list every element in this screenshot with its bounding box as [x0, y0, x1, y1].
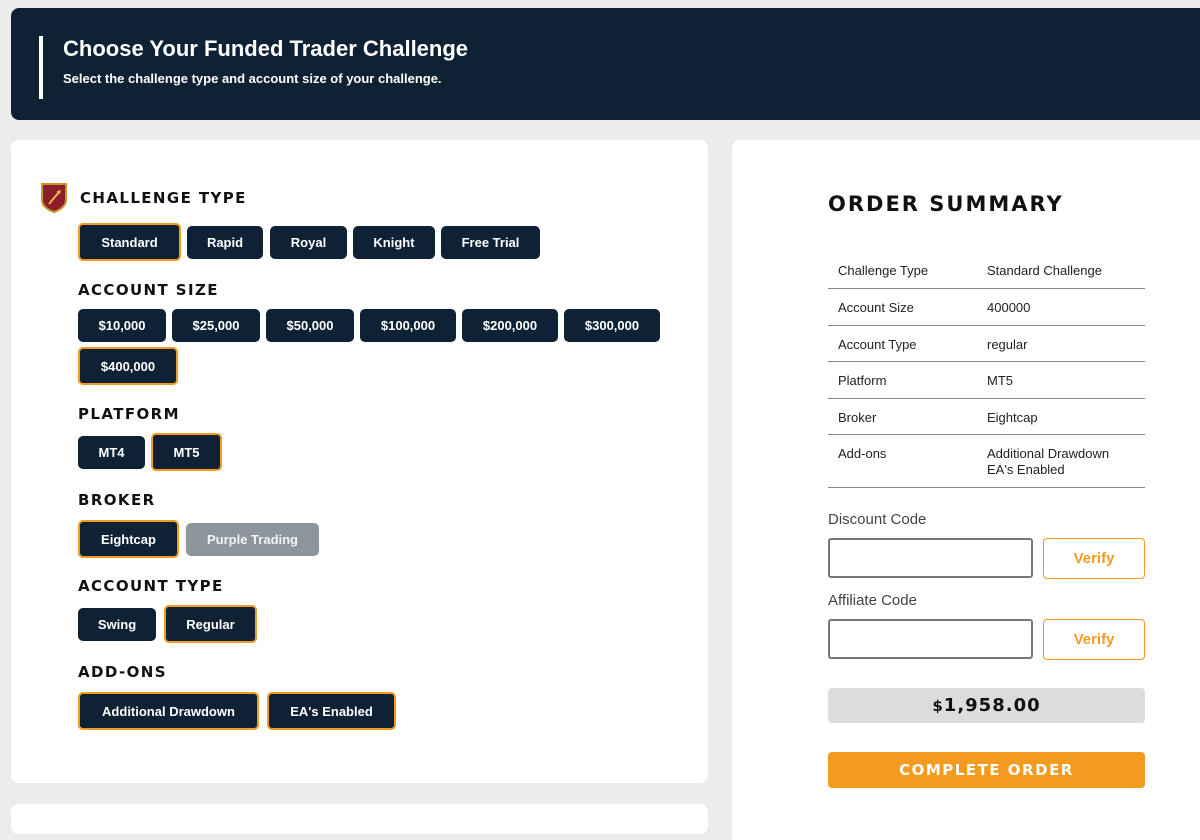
discount-code-label: Discount Code: [828, 511, 927, 528]
total-amount: 1,958.00: [943, 695, 1041, 716]
summary-value: Standard Challenge: [987, 263, 1102, 278]
summary-key: Account Size: [838, 300, 914, 315]
summary-value: MT5: [987, 373, 1013, 388]
summary-value: 400000: [987, 300, 1031, 315]
affiliate-verify-button[interactable]: Verify: [1043, 619, 1145, 660]
summary-row-broker: Broker Eightcap: [828, 399, 1145, 435]
summary-value-2: EA's Enabled: [987, 462, 1065, 477]
page-title: Choose Your Funded Trader Challenge: [63, 36, 469, 61]
summary-value: Additional Drawdown: [987, 446, 1110, 461]
account-type-title: ACCOUNT TYPE: [78, 577, 224, 595]
summary-row-account-size: Account Size 400000: [828, 289, 1145, 326]
account-size-300000[interactable]: $300,000: [564, 309, 660, 342]
platform-mt4[interactable]: MT4: [78, 436, 145, 469]
order-total: $1,958.00: [828, 688, 1145, 723]
affiliate-code-input[interactable]: [828, 619, 1033, 659]
challenge-type-free-trial[interactable]: Free Trial: [441, 226, 540, 259]
shield-icon: [41, 183, 67, 213]
challenge-type-rapid[interactable]: Rapid: [187, 226, 263, 259]
header-accent-bar: [39, 36, 43, 99]
addon-additional-drawdown[interactable]: Additional Drawdown: [78, 692, 259, 730]
account-size-10000[interactable]: $10,000: [78, 309, 166, 342]
account-size-400000[interactable]: $400,000: [78, 347, 178, 385]
complete-order-button[interactable]: COMPLETE ORDER: [828, 752, 1145, 788]
secondary-panel: [11, 804, 708, 834]
currency-symbol: $: [932, 696, 944, 715]
addons-title: ADD-ONS: [78, 663, 167, 681]
addon-eas-enabled[interactable]: EA's Enabled: [267, 692, 396, 730]
platform-title: PLATFORM: [78, 405, 180, 423]
summary-value: regular: [987, 337, 1028, 352]
order-summary-title: ORDER SUMMARY: [828, 192, 1064, 216]
summary-key: Platform: [838, 373, 887, 388]
account-size-25000[interactable]: $25,000: [172, 309, 260, 342]
summary-key: Add-ons: [838, 446, 887, 461]
challenge-type-royal[interactable]: Royal: [270, 226, 347, 259]
broker-purple-trading: Purple Trading: [186, 523, 319, 556]
account-size-title: ACCOUNT SIZE: [78, 281, 219, 299]
summary-row-addons: Add-ons Additional Drawdown EA's Enabled: [828, 435, 1145, 488]
summary-row-challenge-type: Challenge Type Standard Challenge: [828, 252, 1145, 289]
summary-key: Challenge Type: [838, 263, 929, 278]
summary-key: Account Type: [838, 337, 917, 352]
account-size-200000[interactable]: $200,000: [462, 309, 558, 342]
page-header: Choose Your Funded Trader Challenge Sele…: [11, 8, 1200, 120]
summary-key: Broker: [838, 410, 877, 425]
order-summary-panel: [732, 140, 1200, 840]
summary-row-account-type: Account Type regular: [828, 326, 1145, 362]
discount-code-input[interactable]: [828, 538, 1033, 578]
account-type-swing[interactable]: Swing: [78, 608, 156, 641]
challenge-type-knight[interactable]: Knight: [353, 226, 435, 259]
challenge-type-standard[interactable]: Standard: [78, 223, 181, 261]
account-type-regular[interactable]: Regular: [164, 605, 257, 643]
challenge-type-title: CHALLENGE TYPE: [80, 189, 247, 207]
summary-value: Eightcap: [987, 410, 1038, 425]
discount-verify-button[interactable]: Verify: [1043, 538, 1145, 579]
account-size-50000[interactable]: $50,000: [266, 309, 354, 342]
platform-mt5[interactable]: MT5: [151, 433, 222, 471]
summary-row-platform: Platform MT5: [828, 362, 1145, 399]
broker-title: BROKER: [78, 491, 156, 509]
broker-eightcap[interactable]: Eightcap: [78, 520, 179, 558]
affiliate-code-label: Affiliate Code: [828, 592, 917, 609]
account-size-100000[interactable]: $100,000: [360, 309, 456, 342]
page-subtitle: Select the challenge type and account si…: [63, 71, 442, 86]
